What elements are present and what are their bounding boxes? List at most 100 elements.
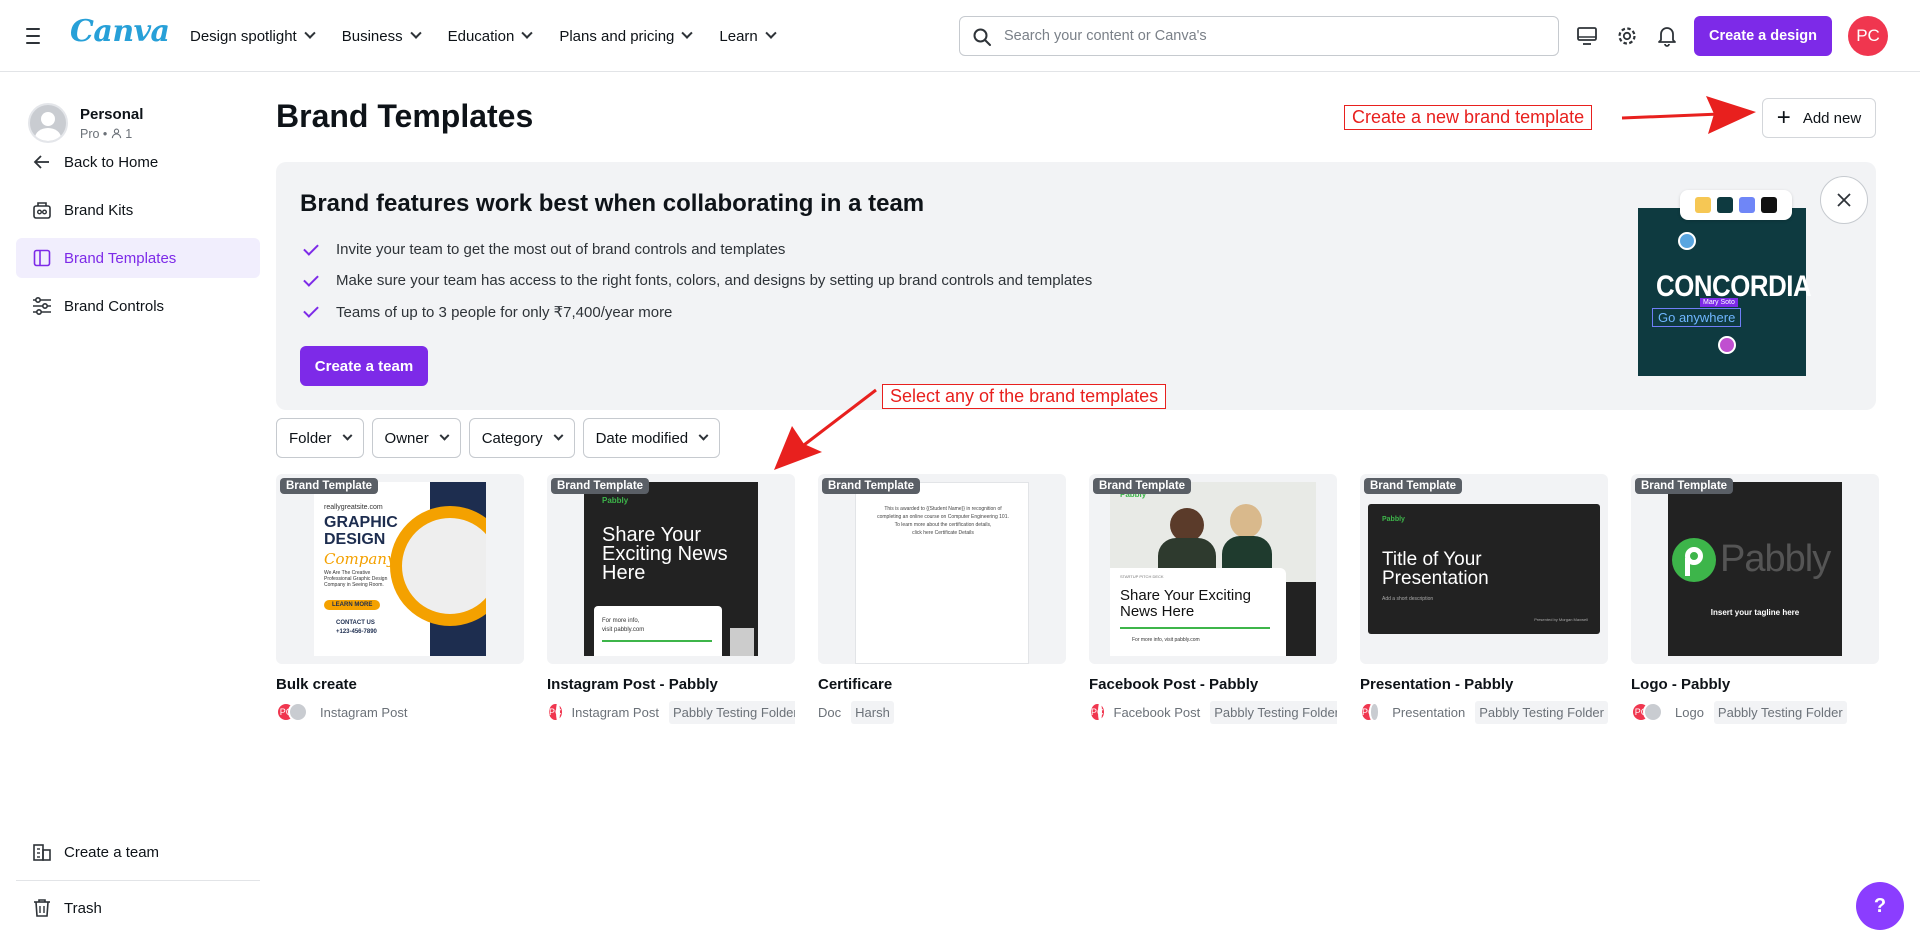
nav-label: Education	[447, 27, 515, 45]
thumb-text: Insert your tagline here	[1710, 608, 1800, 617]
nav-learn[interactable]: Learn	[705, 16, 788, 56]
template-thumbnail[interactable]: Brand Template This is awarded to {{Stud…	[818, 474, 1066, 664]
filter-folder[interactable]: Folder	[276, 418, 364, 458]
annotation-templates: Select any of the brand templates	[882, 384, 1167, 409]
avatar	[1643, 702, 1663, 722]
thumb-text: Pabbly	[1382, 516, 1405, 523]
template-card-facebook-pabbly[interactable]: Brand Template Pabbly STARTUP PITCH DECK…	[1089, 474, 1337, 725]
filter-label: Category	[481, 429, 543, 447]
nav-label: Plans and pricing	[559, 27, 675, 45]
nav-label: Design spotlight	[190, 27, 297, 45]
help-button[interactable]: ?	[1856, 882, 1904, 930]
chevron-down-icon	[553, 430, 564, 441]
nav-education[interactable]: Education	[434, 16, 546, 56]
menu-icon[interactable]	[26, 25, 48, 47]
nav-design-spotlight[interactable]: Design spotlight	[176, 16, 328, 56]
template-thumbnail[interactable]: Brand Template reallygreatsite.com GRAPH…	[276, 474, 524, 664]
template-title[interactable]: Logo - Pabbly	[1631, 676, 1879, 693]
template-title[interactable]: Instagram Post - Pabbly	[547, 676, 795, 693]
template-title[interactable]: Facebook Post - Pabbly	[1089, 676, 1337, 693]
template-title[interactable]: Bulk create	[276, 676, 524, 693]
thumb-text: Title of Your Presentation	[1382, 549, 1489, 589]
gear-icon[interactable]	[1613, 22, 1641, 50]
create-design-button[interactable]: Create a design	[1694, 16, 1832, 56]
folder-tag[interactable]: Pabbly Testing Folder	[668, 700, 795, 724]
create-team-button[interactable]: Create a team	[300, 346, 428, 386]
brand-template-badge: Brand Template	[551, 478, 650, 494]
promo-tag: Go anywhere	[1652, 308, 1742, 327]
sidebar-item-brand-controls[interactable]: Brand Controls	[16, 286, 260, 326]
thumb-text: GRAPHIC DESIGN	[324, 514, 398, 548]
monitor-icon[interactable]	[1573, 22, 1601, 50]
sidebar-item-trash[interactable]: Trash	[16, 888, 260, 928]
template-title[interactable]: Presentation - Pabbly	[1360, 676, 1608, 693]
template-card-presentation-pabbly[interactable]: Brand Template Pabbly Title of Your Pres…	[1360, 474, 1608, 725]
template-thumbnail[interactable]: Brand Template Pabbly STARTUP PITCH DECK…	[1089, 474, 1337, 664]
close-banner-button[interactable]	[1820, 176, 1868, 224]
template-card-instagram-pabbly[interactable]: Brand Template Pabbly Share Your Excitin…	[547, 474, 795, 725]
filter-label: Owner	[384, 429, 429, 447]
template-meta: Doc Harsh	[818, 699, 1066, 725]
banner-title: Brand features work best when collaborat…	[300, 190, 925, 217]
profile-name: Personal	[80, 105, 144, 123]
template-thumbnail[interactable]: Brand Template Pabbly Insert your taglin…	[1631, 474, 1879, 664]
search-input[interactable]	[1004, 28, 1524, 44]
plus-icon: +	[1776, 104, 1791, 131]
profile-switcher[interactable]: Personal Pro • 1	[28, 103, 143, 143]
brand-template-badge: Brand Template	[1364, 478, 1463, 494]
chevron-down-icon	[409, 27, 422, 39]
thumb-text: Pabbly	[1720, 538, 1831, 580]
sidebar-item-brand-templates[interactable]: Brand Templates	[16, 238, 260, 278]
template-thumbnail[interactable]: Brand Template Pabbly Title of Your Pres…	[1360, 474, 1608, 664]
avatar	[1368, 702, 1381, 722]
nav-plans-pricing[interactable]: Plans and pricing	[545, 16, 705, 56]
template-type: Instagram Post	[320, 704, 408, 720]
sidebar-item-brand-kits[interactable]: Brand Kits	[16, 190, 260, 230]
add-new-label: Add new	[1802, 109, 1862, 127]
bell-icon[interactable]	[1653, 22, 1681, 50]
annotation-add-new: Create a new brand template	[1344, 105, 1593, 130]
folder-tag[interactable]: Harsh	[851, 700, 894, 724]
template-title[interactable]: Certificare	[818, 676, 1066, 693]
search-box[interactable]	[959, 16, 1559, 56]
top-bar: Canva Design spotlight Business Educatio…	[0, 0, 1920, 72]
template-meta: PC Instagram Post Pabbly Testing Folder	[547, 699, 795, 725]
filter-date-modified[interactable]: Date modified	[582, 418, 721, 458]
template-meta: PC Facebook Post Pabbly Testing Folder	[1089, 699, 1337, 725]
canva-logo[interactable]: Canva	[70, 14, 170, 49]
annotation-arrow-icon	[774, 388, 877, 470]
nav-business[interactable]: Business	[328, 16, 434, 56]
brand-kit-icon	[32, 200, 52, 220]
sidebar-item-label: Back to Home	[64, 153, 159, 171]
add-new-button[interactable]: + Add new	[1762, 98, 1876, 138]
thumb-art: Pabbly Title of Your Presentation Add a …	[1368, 504, 1600, 634]
template-card-bulk-create[interactable]: Brand Template reallygreatsite.com GRAPH…	[276, 474, 524, 725]
filter-owner[interactable]: Owner	[371, 418, 461, 458]
thumb-art: This is awarded to {{Student Name}} in r…	[855, 482, 1029, 664]
chevron-down-icon	[304, 27, 316, 39]
avatar[interactable]: PC	[1848, 16, 1888, 56]
avatar	[288, 702, 308, 722]
template-meta: PC Presentation Pabbly Testing Folder	[1360, 699, 1608, 725]
thumb-text: Share Your Exciting News Here	[602, 524, 728, 584]
sidebar-item-create-team[interactable]: Create a team	[16, 832, 260, 872]
template-card-certificare[interactable]: Brand Template This is awarded to {{Stud…	[818, 474, 1066, 725]
folder-tag[interactable]: Pabbly Testing Folder	[1475, 700, 1608, 724]
thumb-art: Pabbly Insert your tagline here	[1668, 482, 1842, 656]
banner-bullet: Invite your team to get the most out of …	[300, 234, 1092, 265]
swatch	[1717, 197, 1733, 213]
sidebar-item-label: Brand Kits	[64, 201, 134, 219]
sidebar-item-back-home[interactable]: Back to Home	[16, 142, 260, 182]
chevron-down-icon	[681, 27, 694, 39]
search-icon	[973, 28, 991, 46]
promo-name-tag: Mary Soto	[1700, 298, 1738, 307]
folder-tag[interactable]: Pabbly Testing Folder	[1713, 700, 1847, 724]
filter-category[interactable]: Category	[468, 418, 575, 458]
folder-tag[interactable]: Pabbly Testing Folder	[1210, 700, 1337, 724]
building-icon	[32, 842, 52, 862]
thumb-text: visit pabbly.com	[602, 627, 645, 633]
template-card-logo-pabbly[interactable]: Brand Template Pabbly Insert your taglin…	[1631, 474, 1879, 725]
sidebar: Personal Pro • 1 Back to Home Brand Kits…	[0, 73, 276, 945]
scrollbar[interactable]	[1908, 72, 1920, 945]
template-thumbnail[interactable]: Brand Template Pabbly Share Your Excitin…	[547, 474, 795, 664]
